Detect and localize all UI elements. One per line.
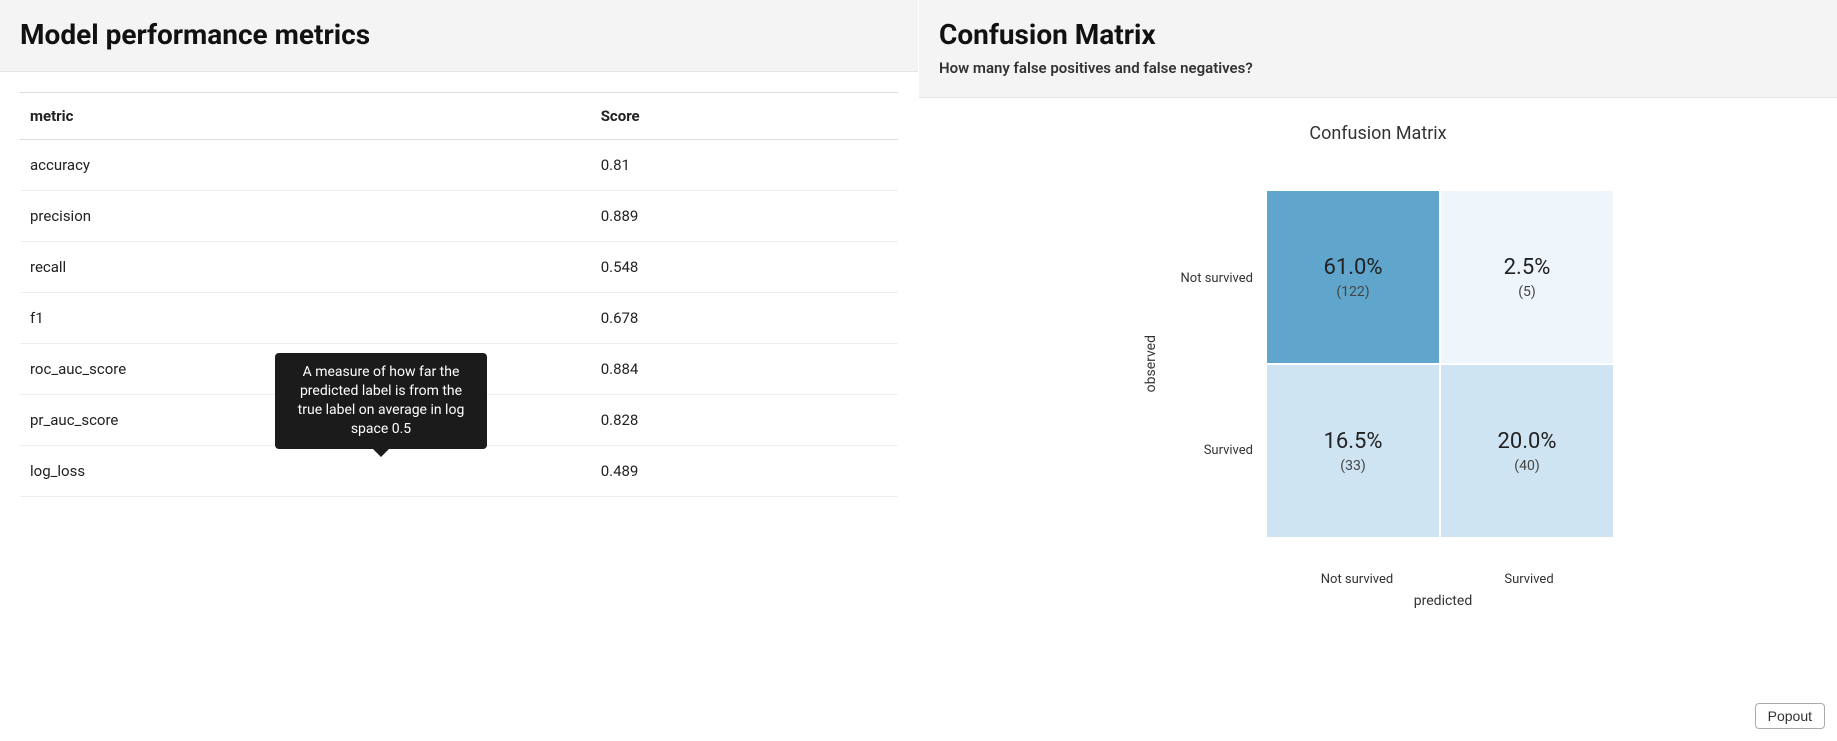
confusion-grid: 61.0% (122) 2.5% (5) 16.5% (33) 20.0% (40) [1267,191,1613,537]
col-score[interactable]: Score [591,93,898,140]
metrics-header: Model performance metrics [0,0,918,72]
x-axis-label: predicted [1069,593,1817,609]
confusion-title: Confusion Matrix [939,18,1817,51]
confusion-header: Confusion Matrix How many false positive… [919,0,1837,98]
cm-cell-tn[interactable]: 61.0% (122) [1267,191,1439,363]
col-metric[interactable]: metric [20,93,591,140]
plot-title: Confusion Matrix [939,123,1817,144]
table-row[interactable]: recall0.548 [20,242,898,293]
metric-name: accuracy [20,140,591,191]
metric-score: 0.889 [591,191,898,242]
cm-cell-fp[interactable]: 2.5% (5) [1441,191,1613,363]
cell-percent: 16.5% [1323,429,1382,454]
metric-name: recall [20,242,591,293]
table-row[interactable]: accuracy0.81 [20,140,898,191]
cm-cell-tp[interactable]: 20.0% (40) [1441,365,1613,537]
cell-percent: 20.0% [1497,429,1556,454]
metric-name: log_loss [20,446,591,497]
metric-score: 0.548 [591,242,898,293]
cell-count: (5) [1518,284,1536,300]
metric-name: precision [20,191,591,242]
metric-score: 0.81 [591,140,898,191]
y-axis-label: observed [1143,335,1159,392]
table-row[interactable]: precision0.889 [20,191,898,242]
metrics-title: Model performance metrics [20,18,898,51]
cell-count: (33) [1340,458,1365,474]
col-labels: Not survived Survived [1069,572,1817,587]
row-labels: Not survived Survived [1169,192,1259,536]
metric-score: 0.828 [591,395,898,446]
confusion-subtitle: How many false positives and false negat… [939,59,1817,77]
confusion-panel: Confusion Matrix How many false positive… [919,0,1837,741]
cell-percent: 61.0% [1323,255,1382,280]
col-label: Survived [1443,572,1615,587]
cm-cell-fn[interactable]: 16.5% (33) [1267,365,1439,537]
popout-button[interactable]: Popout [1755,703,1825,729]
metric-score: 0.884 [591,344,898,395]
table-row[interactable]: f10.678 [20,293,898,344]
row-label: Not survived [1169,192,1259,364]
metric-name: f1 [20,293,591,344]
metric-score: 0.678 [591,293,898,344]
cell-count: (40) [1514,458,1539,474]
cell-count: (122) [1336,284,1369,300]
col-label: Not survived [1271,572,1443,587]
table-row[interactable]: log_loss0.489 [20,446,898,497]
row-label: Survived [1169,364,1259,536]
tooltip: A measure of how far the predicted label… [275,353,487,449]
cell-percent: 2.5% [1504,255,1551,280]
metric-score: 0.489 [591,446,898,497]
metrics-panel: Model performance metrics metric Score a… [0,0,919,741]
